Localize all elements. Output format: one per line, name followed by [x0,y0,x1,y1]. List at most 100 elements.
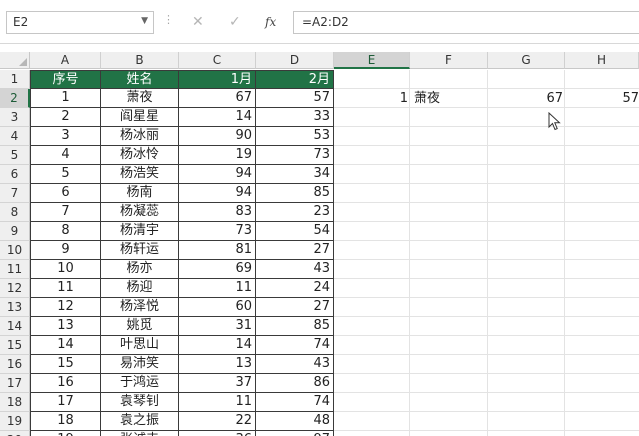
cell-c15[interactable]: 14 [179,336,256,355]
cell-d20[interactable]: 97 [256,431,334,436]
cell-c17[interactable]: 37 [179,374,256,393]
cell-d7[interactable]: 85 [256,184,334,203]
worksheet-grid[interactable]: ABCDEFGH 1234567891011121314151617181920… [0,52,639,436]
cell-a5[interactable]: 4 [30,146,101,165]
cell-b6[interactable]: 杨浩笑 [101,165,179,184]
cell-d18[interactable]: 74 [256,393,334,412]
cell-c4[interactable]: 90 [179,127,256,146]
cell-a9[interactable]: 8 [30,222,101,241]
row-header-19[interactable]: 19 [0,412,30,431]
cell-c10[interactable]: 81 [179,241,256,260]
row-header-15[interactable]: 15 [0,336,30,355]
cell-c20[interactable]: 36 [179,431,256,436]
table-header-d[interactable]: 2月 [256,70,334,89]
cell-c19[interactable]: 22 [179,412,256,431]
row-header-1[interactable]: 1 [0,70,30,89]
cell-c13[interactable]: 60 [179,298,256,317]
cell-d16[interactable]: 43 [256,355,334,374]
cell-a16[interactable]: 15 [30,355,101,374]
name-box[interactable]: E2 ▼ [6,11,154,34]
cell-c14[interactable]: 31 [179,317,256,336]
cell-a3[interactable]: 2 [30,108,101,127]
cell-b10[interactable]: 杨轩运 [101,241,179,260]
cell-d12[interactable]: 24 [256,279,334,298]
cell-a10[interactable]: 9 [30,241,101,260]
splitter-dots-icon[interactable]: ⋮ [163,13,174,26]
cell-b5[interactable]: 杨冰怜 [101,146,179,165]
column-header-d[interactable]: D [256,52,334,69]
cell-d15[interactable]: 74 [256,336,334,355]
cell-a18[interactable]: 17 [30,393,101,412]
cell-b20[interactable]: 张诚卉 [101,431,179,436]
cell-a2[interactable]: 1 [30,89,101,108]
cell-d4[interactable]: 53 [256,127,334,146]
column-header-b[interactable]: B [101,52,179,69]
column-header-a[interactable]: A [30,52,101,69]
column-header-e[interactable]: E [334,52,410,69]
cell-b7[interactable]: 杨南 [101,184,179,203]
enter-icon[interactable]: ✓ [229,14,241,30]
cell-d14[interactable]: 85 [256,317,334,336]
select-all-button[interactable] [0,52,30,69]
cell-g2[interactable]: 67 [488,90,565,109]
cell-b19[interactable]: 袁之振 [101,412,179,431]
cell-d17[interactable]: 86 [256,374,334,393]
cell-a13[interactable]: 12 [30,298,101,317]
cancel-icon[interactable]: ✕ [192,14,204,30]
cell-a19[interactable]: 18 [30,412,101,431]
row-header-3[interactable]: 3 [0,108,30,127]
row-header-20[interactable]: 20 [0,431,30,436]
insert-function-icon[interactable]: fx [265,15,276,29]
cell-c18[interactable]: 11 [179,393,256,412]
cell-a11[interactable]: 10 [30,260,101,279]
cell-d2[interactable]: 57 [256,89,334,108]
row-header-18[interactable]: 18 [0,393,30,412]
cell-c3[interactable]: 14 [179,108,256,127]
name-box-value[interactable]: E2 [13,15,28,29]
column-header-f[interactable]: F [410,52,488,69]
cell-b2[interactable]: 萧夜 [101,89,179,108]
cell-b11[interactable]: 杨亦 [101,260,179,279]
row-header-16[interactable]: 16 [0,355,30,374]
cell-b3[interactable]: 阎星星 [101,108,179,127]
cell-c2[interactable]: 67 [179,89,256,108]
cell-d11[interactable]: 43 [256,260,334,279]
row-header-4[interactable]: 4 [0,127,30,146]
cell-b15[interactable]: 叶思山 [101,336,179,355]
row-header-11[interactable]: 11 [0,260,30,279]
cell-d8[interactable]: 23 [256,203,334,222]
cell-c8[interactable]: 83 [179,203,256,222]
cell-c12[interactable]: 11 [179,279,256,298]
cell-b17[interactable]: 于鸿运 [101,374,179,393]
cell-a4[interactable]: 3 [30,127,101,146]
cell-c5[interactable]: 19 [179,146,256,165]
cell-c9[interactable]: 73 [179,222,256,241]
cell-d9[interactable]: 54 [256,222,334,241]
cell-d19[interactable]: 48 [256,412,334,431]
cell-h2[interactable]: 57 [565,90,639,109]
cell-c16[interactable]: 13 [179,355,256,374]
cell-f2[interactable]: 萧夜 [414,90,474,109]
cell-a20[interactable]: 19 [30,431,101,436]
cell-b4[interactable]: 杨冰丽 [101,127,179,146]
row-header-7[interactable]: 7 [0,184,30,203]
cell-c7[interactable]: 94 [179,184,256,203]
row-header-9[interactable]: 9 [0,222,30,241]
cell-a6[interactable]: 5 [30,165,101,184]
cell-a7[interactable]: 6 [30,184,101,203]
table-header-c[interactable]: 1月 [179,70,256,89]
cell-b12[interactable]: 杨迎 [101,279,179,298]
chevron-down-icon[interactable]: ▼ [141,16,148,26]
cell-b9[interactable]: 杨清宇 [101,222,179,241]
row-header-5[interactable]: 5 [0,146,30,165]
formula-text[interactable]: =A2:D2 [302,15,349,29]
cell-c6[interactable]: 94 [179,165,256,184]
cell-a8[interactable]: 7 [30,203,101,222]
column-header-g[interactable]: G [488,52,565,69]
cell-d5[interactable]: 73 [256,146,334,165]
table-header-b[interactable]: 姓名 [101,70,179,89]
cell-d6[interactable]: 34 [256,165,334,184]
row-header-17[interactable]: 17 [0,374,30,393]
cell-b8[interactable]: 杨凝蕊 [101,203,179,222]
cell-b13[interactable]: 杨泽悦 [101,298,179,317]
